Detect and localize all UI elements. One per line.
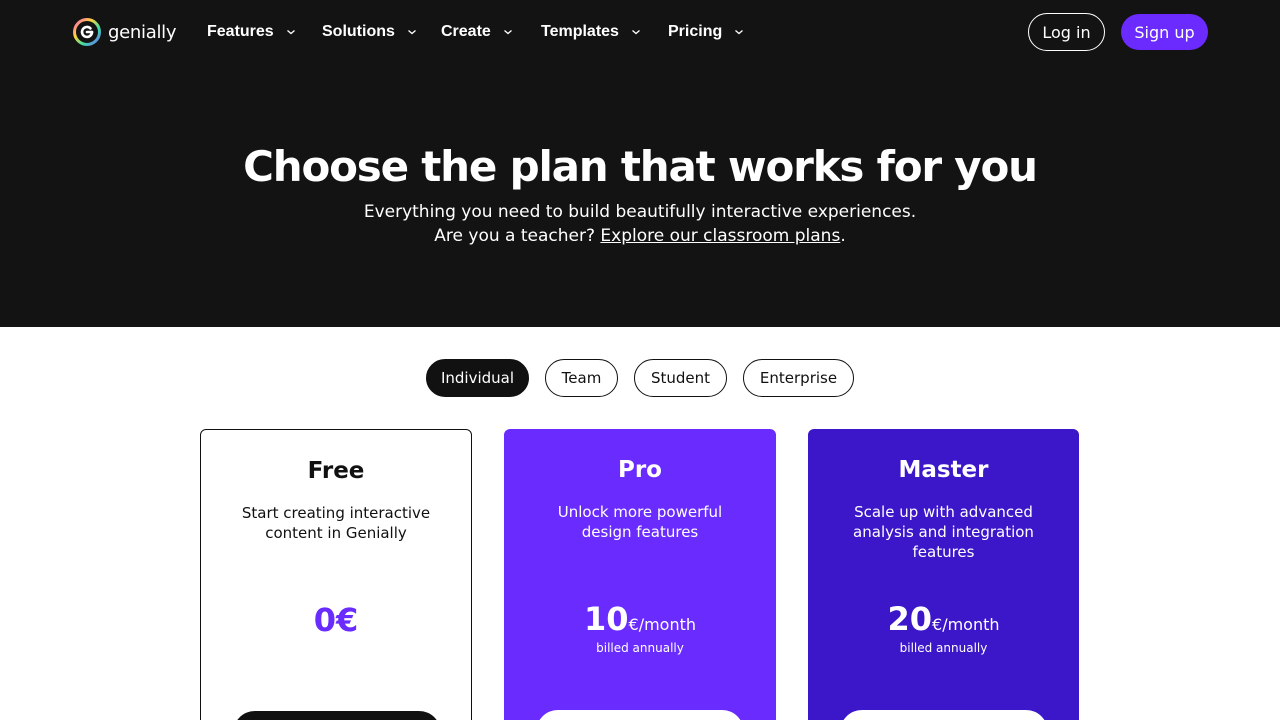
nav-create[interactable]: Create — [441, 20, 513, 44]
chevron-down-icon — [632, 30, 640, 35]
nav-solutions[interactable]: Solutions — [322, 20, 417, 44]
login-button[interactable]: Log in — [1028, 13, 1105, 51]
nav-templates[interactable]: Templates — [541, 20, 641, 44]
brand-name: genially — [108, 21, 177, 43]
plan-name: Free — [307, 458, 365, 484]
teacher-period: . — [840, 226, 846, 246]
genially-logo[interactable]: genially — [72, 16, 177, 48]
chevron-down-icon — [735, 30, 744, 35]
classroom-plans-link[interactable]: Explore our classroom plans — [600, 226, 840, 246]
teacher-prompt: Are you a teacher? — [434, 226, 601, 246]
price-amount: 20 — [887, 600, 933, 638]
chevron-down-icon — [407, 30, 416, 35]
billing-note: billed annually — [899, 641, 988, 655]
signup-button[interactable]: Sign up — [1121, 14, 1208, 50]
plan-price: 10€/month — [504, 601, 776, 643]
pro-plan-cta-button[interactable] — [536, 710, 744, 720]
plan-name: Master — [898, 457, 989, 483]
nav-pricing[interactable]: Pricing — [668, 20, 744, 44]
plan-type-tabs: Individual Team Student Enterprise — [0, 359, 1280, 397]
plan-description: Start creating interactive content in Ge… — [241, 504, 431, 542]
nav-solutions-label: Solutions — [322, 23, 395, 40]
hero-section: genially Features Solutions Create Templ… — [0, 0, 1280, 327]
price-amount: 0€ — [313, 601, 359, 639]
price-amount: 10 — [583, 600, 629, 638]
master-plan-cta-button[interactable] — [840, 710, 1048, 720]
top-navigation: genially Features Solutions Create Templ… — [0, 0, 1280, 64]
plan-description: Scale up with advanced analysis and inte… — [853, 503, 1034, 561]
plan-card-master: Master Scale up with advanced analysis a… — [808, 429, 1079, 720]
free-plan-cta-button[interactable] — [233, 711, 441, 720]
hero-subtitle: Everything you need to build beautifully… — [0, 200, 1280, 248]
plan-price: 0€ — [201, 602, 471, 644]
nav-templates-label: Templates — [541, 23, 619, 40]
chevron-down-icon — [286, 30, 295, 35]
nav-pricing-label: Pricing — [668, 23, 723, 40]
chevron-down-icon — [503, 30, 512, 35]
price-unit: €/month — [932, 615, 1000, 634]
nav-features[interactable]: Features — [207, 20, 296, 44]
tab-individual[interactable]: Individual — [426, 359, 529, 397]
plan-price: 20€/month — [808, 601, 1079, 643]
billing-note: billed annually — [596, 641, 684, 655]
hero-subtitle-line: Everything you need to build beautifully… — [363, 202, 917, 222]
page-title: Choose the plan that works for you — [243, 142, 1038, 191]
price-unit: €/month — [628, 615, 697, 634]
plan-card-free: Free Start creating interactive content … — [200, 429, 472, 720]
genially-logo-icon — [73, 18, 101, 46]
tab-student[interactable]: Student — [634, 359, 727, 397]
tab-enterprise[interactable]: Enterprise — [743, 359, 854, 397]
plan-card-pro: Pro Unlock more powerful design features… — [504, 429, 776, 720]
tab-team[interactable]: Team — [545, 359, 618, 397]
nav-create-label: Create — [441, 23, 491, 40]
nav-features-label: Features — [207, 23, 274, 40]
plan-name: Pro — [617, 457, 662, 483]
teacher-line: Are you a teacher? Explore our classroom… — [0, 224, 1280, 248]
plan-description: Unlock more powerful design features — [557, 503, 723, 541]
